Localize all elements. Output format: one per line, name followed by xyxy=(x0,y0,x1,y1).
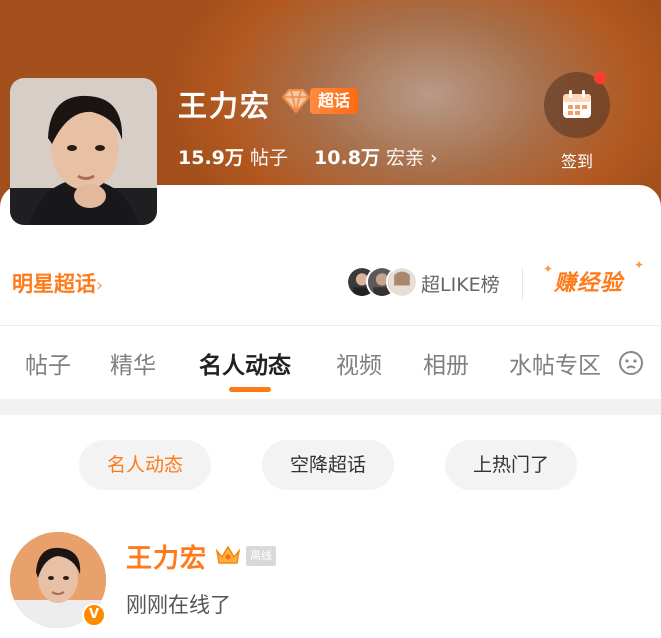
posts-count: 15.9万 xyxy=(178,147,244,169)
diamond-icon xyxy=(281,89,311,114)
status-badge: 离线 xyxy=(246,546,276,566)
earn-exp-button[interactable]: 赚经验 xyxy=(554,265,623,297)
post-author-name[interactable]: 王力宏 xyxy=(126,538,207,575)
star-supertopic-link[interactable]: 明星超话› xyxy=(12,268,103,298)
tab-celebrity-updates[interactable]: 名人动态 xyxy=(199,346,291,380)
supertopic-badge: 超话 xyxy=(310,88,359,114)
topic-stats: 15.9万 帖子 10.8万 宏亲 › xyxy=(178,143,438,170)
divider xyxy=(522,268,523,300)
tab-featured[interactable]: 精华 xyxy=(110,346,156,380)
topic-title: 王力宏 xyxy=(178,89,272,123)
calendar-icon[interactable] xyxy=(560,88,594,122)
tab-bar: 帖子 精华 名人动态 视频 相册 水帖专区 xyxy=(0,340,661,390)
active-tab-indicator xyxy=(229,387,271,392)
tab-albums[interactable]: 相册 xyxy=(423,346,469,380)
star-link-label[interactable]: 明星超话 xyxy=(12,272,96,296)
rank-avatar-3 xyxy=(386,266,418,298)
chip-trending[interactable]: 上热门了 xyxy=(445,440,577,490)
sparkle-icon: ✦ xyxy=(634,258,645,272)
divider xyxy=(0,325,661,326)
fans-label[interactable]: 宏亲 xyxy=(386,147,424,169)
circle-face-icon[interactable] xyxy=(618,350,644,376)
notification-dot xyxy=(594,72,606,84)
chip-airdrop-topic[interactable]: 空降超话 xyxy=(262,440,394,490)
topic-avatar[interactable] xyxy=(10,78,157,225)
sparkle-icon: ✦ xyxy=(543,262,554,276)
section-divider xyxy=(0,399,661,415)
tab-videos[interactable]: 视频 xyxy=(336,346,382,380)
portrait-image xyxy=(10,78,157,225)
like-rank-link[interactable]: 超LIKE榜 xyxy=(421,270,500,297)
chevron-right-icon[interactable]: › xyxy=(430,147,438,169)
post-text: 刚刚在线了 xyxy=(126,593,231,617)
rank-avatars[interactable] xyxy=(346,266,418,300)
chip-celebrity-updates[interactable]: 名人动态 xyxy=(79,440,211,490)
verified-badge: V xyxy=(82,603,106,627)
tab-water-posts[interactable]: 水帖专区 xyxy=(509,346,601,380)
crown-icon xyxy=(215,545,241,564)
checkin-label[interactable]: 签到 xyxy=(561,148,593,172)
posts-label: 帖子 xyxy=(249,147,288,169)
tab-posts[interactable]: 帖子 xyxy=(25,346,71,380)
chevron-right-icon[interactable]: › xyxy=(96,275,103,296)
fans-count[interactable]: 10.8万 xyxy=(314,147,380,169)
